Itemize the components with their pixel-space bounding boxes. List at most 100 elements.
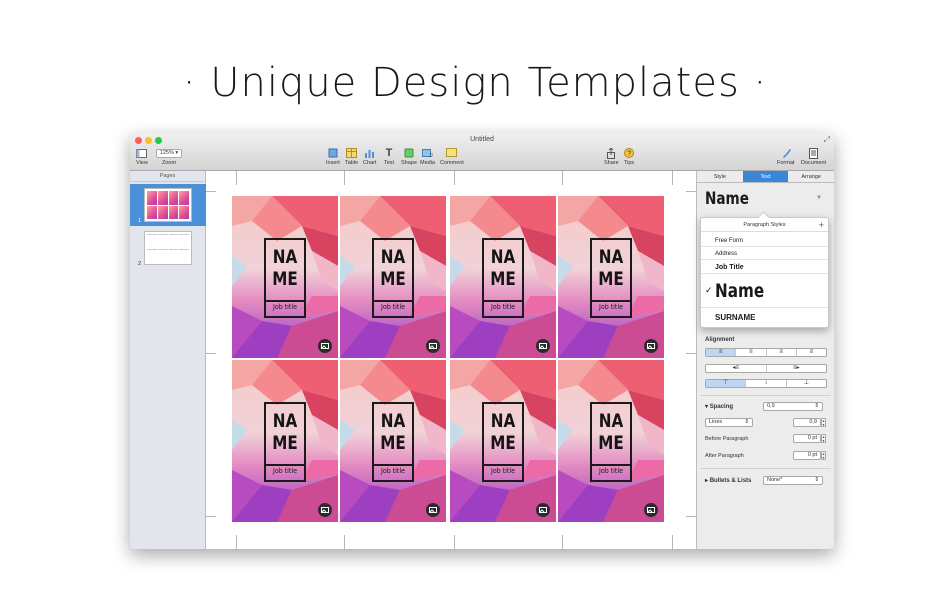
card-job-title[interactable]: Job title [266, 467, 304, 475]
format-button[interactable]: Format [777, 147, 794, 166]
insert-button[interactable]: Insert [326, 147, 340, 166]
align-justify-icon[interactable]: ≡ [797, 349, 826, 356]
divider [484, 300, 522, 302]
business-card[interactable]: NA ME Job title [558, 360, 664, 522]
align-middle-icon[interactable]: ↕ [746, 380, 787, 387]
card-name[interactable]: NA ME [488, 246, 518, 290]
divider [374, 464, 412, 466]
card-name[interactable]: NA ME [596, 410, 626, 454]
align-top-icon[interactable]: ⊤ [706, 380, 747, 387]
style-item-name[interactable]: ✓ Name [701, 275, 828, 308]
tab-style[interactable]: Style [697, 171, 743, 182]
spacing-select[interactable]: 0,9 ⇕ [763, 402, 823, 411]
tab-text[interactable]: Text [742, 171, 789, 182]
business-card[interactable]: NA ME Job title [558, 196, 664, 358]
business-card[interactable]: NA ME Job title [340, 196, 446, 358]
bullets-select[interactable]: None* ⇕ [763, 476, 823, 485]
media-button[interactable]: ♫ Media [420, 147, 435, 166]
before-paragraph-stepper[interactable]: ▴ ▾ [821, 434, 826, 443]
svg-text:♫: ♫ [428, 152, 433, 158]
media-placeholder-icon[interactable] [318, 339, 332, 353]
line-spacing-field[interactable]: 0,9 [793, 418, 821, 427]
media-placeholder-icon[interactable] [318, 503, 332, 517]
table-button[interactable]: Table [345, 147, 358, 166]
card-name[interactable]: NA ME [270, 410, 300, 454]
indent-control[interactable]: ◂≡ ≡▸ [705, 364, 827, 373]
business-card[interactable]: NA ME Job title [450, 196, 556, 358]
media-placeholder-icon[interactable] [426, 503, 440, 517]
after-paragraph-field[interactable]: 0 pt [793, 451, 821, 460]
before-paragraph-field[interactable]: 0 pt [793, 434, 821, 443]
view-button[interactable]: View [136, 147, 148, 166]
horizontal-alignment-control[interactable]: ≡ ≡ ≡ ≡ [705, 348, 827, 357]
card-job-title[interactable]: Job title [484, 467, 522, 475]
shape-icon [404, 148, 414, 158]
style-item-surname[interactable]: SURNAME [701, 309, 828, 326]
card-name[interactable]: NA ME [378, 410, 408, 454]
tab-arrange[interactable]: Arrange [788, 171, 834, 182]
divider [374, 300, 412, 302]
paragraph-style-selector[interactable]: Name [705, 189, 749, 209]
align-bottom-icon[interactable]: ⊥ [787, 380, 826, 387]
tips-button[interactable]: ? Tips [624, 147, 634, 166]
zoom-control[interactable]: 125% ▾ Zoom [156, 147, 182, 166]
media-placeholder-icon[interactable] [536, 503, 550, 517]
card-name[interactable]: NA ME [596, 246, 626, 290]
document-button[interactable]: Document [801, 147, 826, 166]
after-paragraph-stepper[interactable]: ▴ ▾ [821, 451, 826, 460]
align-center-icon[interactable]: ≡ [736, 349, 767, 356]
popover-header: Paragraph Styles [701, 218, 828, 232]
document-canvas[interactable]: NA ME Job title NA ME Job title NA ME Job tit… [206, 171, 696, 549]
chart-button[interactable]: Chart [363, 147, 376, 166]
card-job-title[interactable]: Job title [592, 467, 630, 475]
svg-text:?: ? [627, 151, 631, 158]
decrease-indent-icon[interactable]: ◂≡ [706, 365, 767, 372]
card-job-title[interactable]: Job title [592, 303, 630, 311]
business-card[interactable]: NA ME Job title [340, 360, 446, 522]
toolbar: Untitled ⤢ View 125% ▾ Zoom Insert Table… [130, 133, 834, 171]
media-placeholder-icon[interactable] [644, 339, 658, 353]
media-placeholder-icon[interactable] [644, 503, 658, 517]
page-thumbnail-2[interactable]: 2 [130, 227, 206, 269]
align-right-icon[interactable]: ≡ [767, 349, 797, 356]
card-job-title[interactable]: Job title [266, 303, 304, 311]
business-card[interactable]: NA ME Job title [450, 360, 556, 522]
business-card[interactable]: NA ME Job title [232, 196, 338, 358]
line-spacing-stepper[interactable]: ▴ ▾ [821, 418, 826, 427]
inspector-tabs: Style Text Arrange [697, 171, 834, 183]
card-name[interactable]: NA ME [378, 246, 408, 290]
alignment-label: Alignment [705, 337, 735, 343]
line-spacing-mode-select[interactable]: Lines ⇕ [705, 418, 753, 427]
add-style-icon[interactable]: + [819, 220, 824, 230]
text-icon: T [385, 147, 393, 159]
style-item-free-form[interactable]: Free Form [701, 235, 828, 247]
comment-button[interactable]: Comment [440, 147, 464, 166]
card-name[interactable]: NA ME [488, 410, 518, 454]
card-job-title[interactable]: Job title [374, 303, 412, 311]
card-job-title[interactable]: Job title [374, 467, 412, 475]
share-button[interactable]: Share [604, 147, 619, 166]
card-job-title[interactable]: Job title [484, 303, 522, 311]
card-name[interactable]: NA ME [270, 246, 300, 290]
name-frame: NA ME Job title [264, 402, 306, 482]
style-item-job-title[interactable]: Job Title [701, 261, 828, 274]
name-frame: NA ME Job title [482, 238, 524, 318]
business-card[interactable]: NA ME Job title [232, 360, 338, 522]
vertical-alignment-control[interactable]: ⊤ ↕ ⊥ [705, 379, 827, 388]
text-button[interactable]: T Text [384, 147, 394, 166]
page-thumbnail-1[interactable]: 1 [130, 184, 206, 226]
bullets-lists-label[interactable]: ▸ Bullets & Lists [705, 477, 751, 484]
name-frame: NA ME Job title [372, 238, 414, 318]
chevron-down-icon[interactable]: ▼ [816, 195, 822, 201]
fullscreen-icon[interactable]: ⤢ [824, 135, 830, 145]
align-left-icon[interactable]: ≡ [706, 349, 737, 356]
share-icon [607, 147, 616, 159]
media-placeholder-icon[interactable] [536, 339, 550, 353]
media-placeholder-icon[interactable] [426, 339, 440, 353]
spacing-label[interactable]: ▾ Spacing [705, 403, 733, 410]
shape-button[interactable]: Shape [401, 147, 417, 166]
divider [592, 464, 630, 466]
increase-indent-icon[interactable]: ≡▸ [767, 365, 827, 372]
style-item-address[interactable]: Address [701, 248, 828, 260]
table-icon [346, 148, 358, 158]
